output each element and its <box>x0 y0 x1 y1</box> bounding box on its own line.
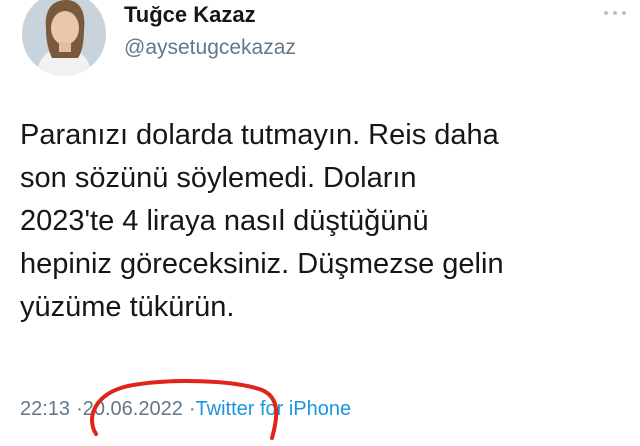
tweet-meta: 22:13 · 20.06.2022 · Twitter for iPhone <box>20 398 351 421</box>
tweet-date[interactable]: 20.06.2022 <box>83 398 183 421</box>
user-handle[interactable]: @aysetugcekazaz <box>124 36 296 60</box>
tweet-time[interactable]: 22:13 <box>20 398 70 421</box>
tweet-source-link[interactable]: Twitter for iPhone <box>196 398 352 421</box>
avatar[interactable] <box>22 0 106 76</box>
meta-separator: · <box>188 398 196 420</box>
tweet-card: Tuğce Kazaz @aysetugcekazaz Paranızı dol… <box>0 0 640 440</box>
display-name[interactable]: Tuğce Kazaz <box>124 2 256 28</box>
more-dots-icon[interactable] <box>604 10 626 16</box>
meta-separator: · <box>76 398 83 420</box>
tweet-text: Paranızı dolarda tutmayın. Reis daha son… <box>20 119 504 323</box>
avatar-photo <box>22 0 106 76</box>
